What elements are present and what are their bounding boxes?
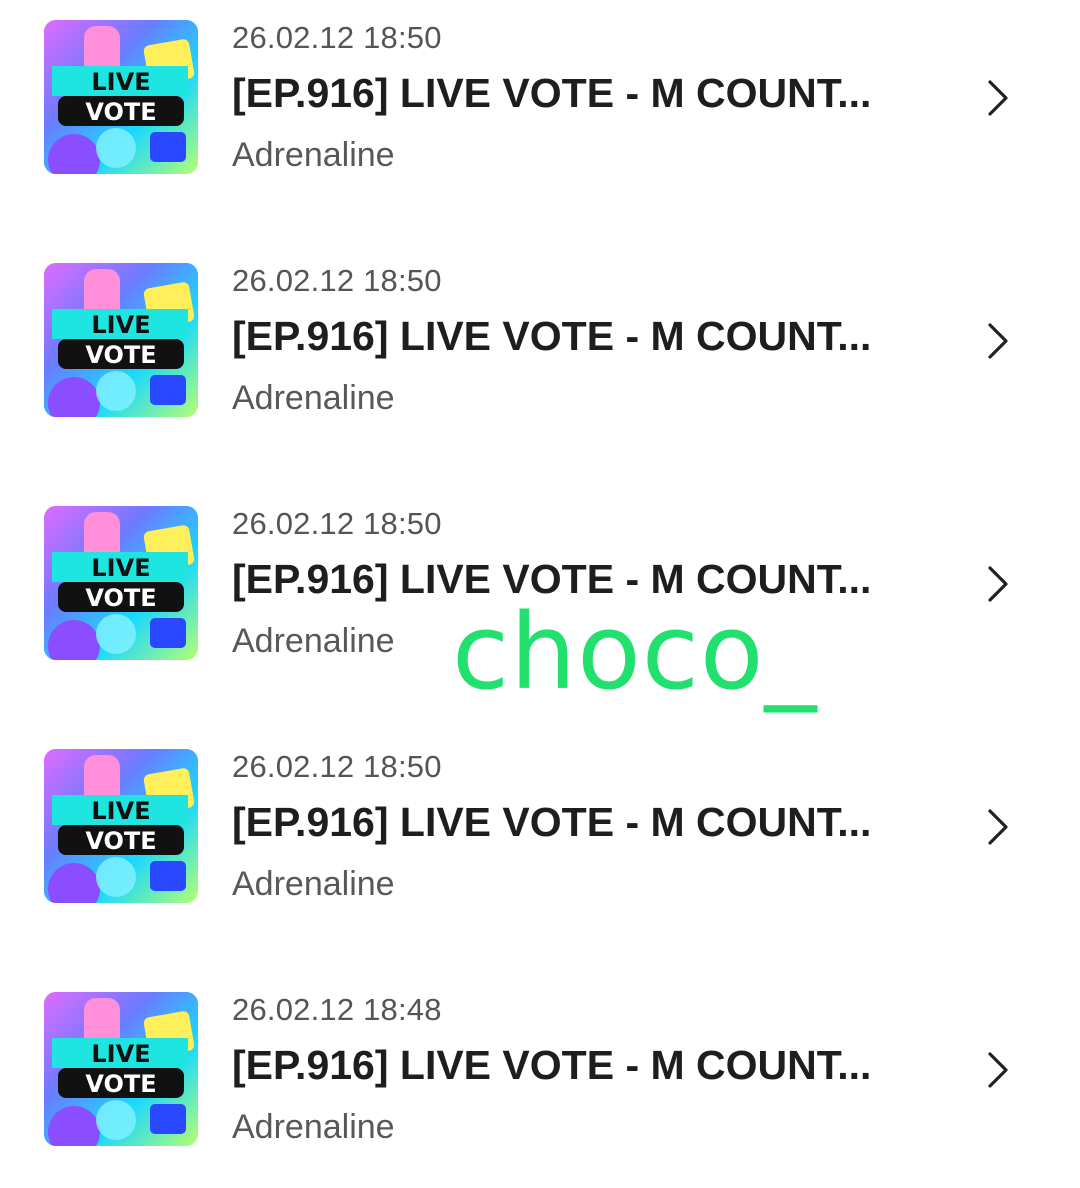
live-vote-thumbnail: LIVE VOTE bbox=[44, 749, 198, 903]
thumb-text-vote: VOTE bbox=[85, 341, 156, 369]
thumb-text-live: LIVE bbox=[91, 311, 150, 339]
chevron-right-icon[interactable] bbox=[978, 76, 1018, 120]
chevron-right-icon[interactable] bbox=[978, 805, 1018, 849]
item-artist: Adrenaline bbox=[232, 622, 395, 660]
watermark-text: choco_ bbox=[452, 591, 818, 713]
live-vote-thumbnail: LIVE VOTE bbox=[44, 506, 198, 660]
item-timestamp: 26.02.12 18:50 bbox=[232, 749, 442, 784]
chevron-right-icon[interactable] bbox=[978, 319, 1018, 363]
list-item[interactable]: LIVE VOTE 26.02.12 18:50 [EP.916] LIVE V… bbox=[0, 729, 1080, 929]
item-title: [EP.916] LIVE VOTE - M COUNT... bbox=[232, 313, 872, 359]
thumb-text-vote: VOTE bbox=[85, 827, 156, 855]
item-timestamp: 26.02.12 18:50 bbox=[232, 20, 442, 55]
item-timestamp: 26.02.12 18:48 bbox=[232, 992, 442, 1027]
item-title: [EP.916] LIVE VOTE - M COUNT... bbox=[232, 799, 872, 845]
thumb-text-live: LIVE bbox=[91, 68, 150, 96]
live-vote-thumbnail: LIVE VOTE bbox=[44, 20, 198, 174]
item-timestamp: 26.02.12 18:50 bbox=[232, 506, 442, 541]
thumb-text-vote: VOTE bbox=[85, 584, 156, 612]
item-timestamp: 26.02.12 18:50 bbox=[232, 263, 442, 298]
item-artist: Adrenaline bbox=[232, 379, 395, 417]
item-artist: Adrenaline bbox=[232, 865, 395, 903]
item-artist: Adrenaline bbox=[232, 136, 395, 174]
item-title: [EP.916] LIVE VOTE - M COUNT... bbox=[232, 70, 872, 116]
thumb-text-live: LIVE bbox=[91, 797, 150, 825]
thumb-text-vote: VOTE bbox=[85, 98, 156, 126]
thumb-text-live: LIVE bbox=[91, 554, 150, 582]
list-item[interactable]: LIVE VOTE 26.02.12 18:50 [EP.916] LIVE V… bbox=[0, 0, 1080, 200]
chevron-right-icon[interactable] bbox=[978, 1048, 1018, 1092]
thumb-text-vote: VOTE bbox=[85, 1070, 156, 1098]
live-vote-thumbnail: LIVE VOTE bbox=[44, 992, 198, 1146]
live-vote-thumbnail: LIVE VOTE bbox=[44, 263, 198, 417]
item-artist: Adrenaline bbox=[232, 1108, 395, 1146]
list-item[interactable]: LIVE VOTE 26.02.12 18:50 [EP.916] LIVE V… bbox=[0, 243, 1080, 443]
chevron-right-icon[interactable] bbox=[978, 562, 1018, 606]
thumb-text-live: LIVE bbox=[91, 1040, 150, 1068]
list-item[interactable]: LIVE VOTE 26.02.12 18:48 [EP.916] LIVE V… bbox=[0, 972, 1080, 1172]
item-title: [EP.916] LIVE VOTE - M COUNT... bbox=[232, 1042, 872, 1088]
